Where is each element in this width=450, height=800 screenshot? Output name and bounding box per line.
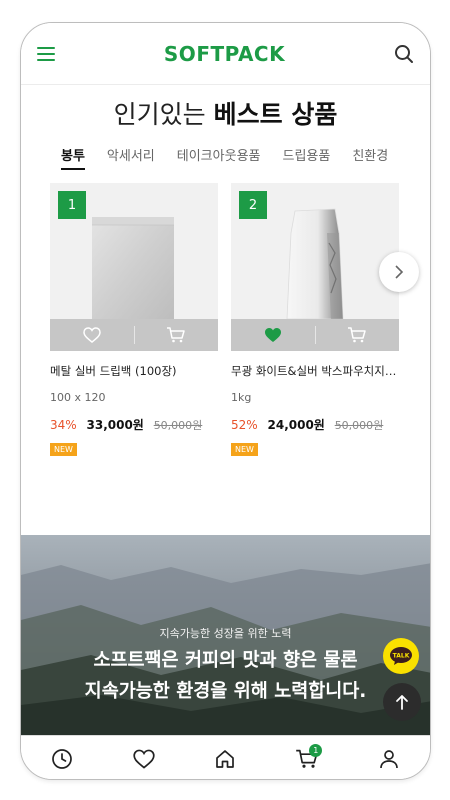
kakao-talk-button[interactable]: TALK — [383, 638, 419, 674]
nav-wishlist[interactable] — [129, 744, 159, 774]
clock-icon — [52, 748, 72, 769]
discount-rate: 34% — [50, 418, 77, 432]
rank-badge: 1 — [58, 191, 86, 219]
user-icon — [380, 749, 398, 768]
heart-outline-icon — [82, 327, 101, 343]
sale-price: 33,000원 — [86, 418, 144, 432]
carousel-next-button[interactable] — [379, 252, 419, 292]
original-price: 50,000원 — [334, 419, 384, 432]
discount-rate: 52% — [231, 418, 258, 432]
new-badge: NEW — [231, 443, 258, 456]
tab-drip[interactable]: 드립용품 — [283, 145, 331, 170]
nav-home[interactable] — [210, 744, 240, 774]
wishlist-button[interactable] — [231, 319, 315, 351]
heart-icon — [133, 749, 155, 769]
banner-line-2: 지속가능한 환경을 위해 노력합니다. — [84, 681, 367, 702]
tab-accessories[interactable]: 악세서리 — [107, 145, 155, 170]
banner-headline: 소프트팩은 커피의 맛과 향은 물론 지속가능한 환경을 위해 노력합니다. — [21, 645, 430, 707]
category-tabs: 봉투 악세서리 테이크아웃용품 드립용품 친환경 — [61, 145, 388, 170]
bottom-navigation: 1 — [21, 735, 430, 779]
product-image[interactable]: 2 — [231, 183, 399, 319]
nav-mypage[interactable] — [374, 744, 404, 774]
sustainability-banner[interactable]: 지속가능한 성장을 위한 노력 소프트팩은 커피의 맛과 향은 물론 지속가능한… — [21, 535, 430, 735]
section-title: 인기있는 베스트 상품 — [21, 95, 430, 131]
talk-label: TALK — [393, 653, 410, 660]
add-to-cart-button[interactable] — [316, 319, 400, 351]
rank-badge: 2 — [239, 191, 267, 219]
heart-filled-icon — [264, 328, 281, 342]
logo[interactable]: SOFTPACK — [164, 42, 285, 66]
top-header: SOFTPACK — [21, 23, 430, 85]
banner-line-1: 소프트팩은 커피의 맛과 향은 물론 — [93, 650, 358, 671]
wishlist-button[interactable] — [50, 319, 134, 351]
add-to-cart-button[interactable] — [135, 319, 219, 351]
product-name[interactable]: 무광 화이트&실버 박스파우치지… — [231, 363, 399, 379]
product-spec: 100 x 120 — [50, 391, 106, 404]
product-actions — [50, 319, 218, 351]
sale-price: 24,000원 — [267, 418, 325, 432]
banner-subtitle: 지속가능한 성장을 위한 노력 — [159, 627, 292, 640]
new-badge: NEW — [50, 443, 77, 456]
nav-recent[interactable] — [47, 744, 77, 774]
tab-eco[interactable]: 친환경 — [352, 145, 388, 170]
nav-cart[interactable]: 1 — [292, 743, 323, 774]
scroll-to-top-button[interactable] — [383, 683, 421, 721]
hamburger-menu-icon[interactable] — [37, 46, 55, 61]
arrow-up-icon — [396, 695, 408, 710]
cart-count-badge: 1 — [309, 743, 323, 757]
home-icon — [216, 749, 235, 768]
tab-takeout[interactable]: 테이크아웃용품 — [177, 145, 261, 170]
section-title-light: 인기있는 — [113, 100, 206, 129]
product-image[interactable]: 1 — [50, 183, 218, 319]
product-card[interactable]: 1 메탈 실버 드립백 (100장) 100 x 120 34% 33,000원… — [50, 183, 218, 456]
product-name[interactable]: 메탈 실버 드립백 (100장) — [50, 363, 218, 379]
search-icon[interactable] — [394, 44, 414, 64]
price-row: 34% 33,000원 50,000원 — [50, 416, 218, 433]
chevron-right-icon — [395, 265, 404, 279]
tab-envelope[interactable]: 봉투 — [61, 145, 85, 170]
product-actions — [231, 319, 399, 351]
product-card[interactable]: 2 무광 화이트&실버 박스파우치지… 1kg 52% 24,000원 50,0… — [231, 183, 399, 456]
price-row: 52% 24,000원 50,000원 — [231, 416, 399, 433]
section-title-bold: 베스트 상품 — [213, 100, 338, 129]
original-price: 50,000원 — [153, 419, 203, 432]
cart-icon — [167, 327, 185, 343]
product-spec: 1kg — [231, 391, 252, 404]
phone-frame: SOFTPACK 인기있는 베스트 상품 봉투 악세서리 테이크아웃용품 드립용… — [20, 22, 431, 780]
cart-icon — [348, 327, 366, 343]
talk-bubble-icon: TALK — [390, 647, 412, 665]
